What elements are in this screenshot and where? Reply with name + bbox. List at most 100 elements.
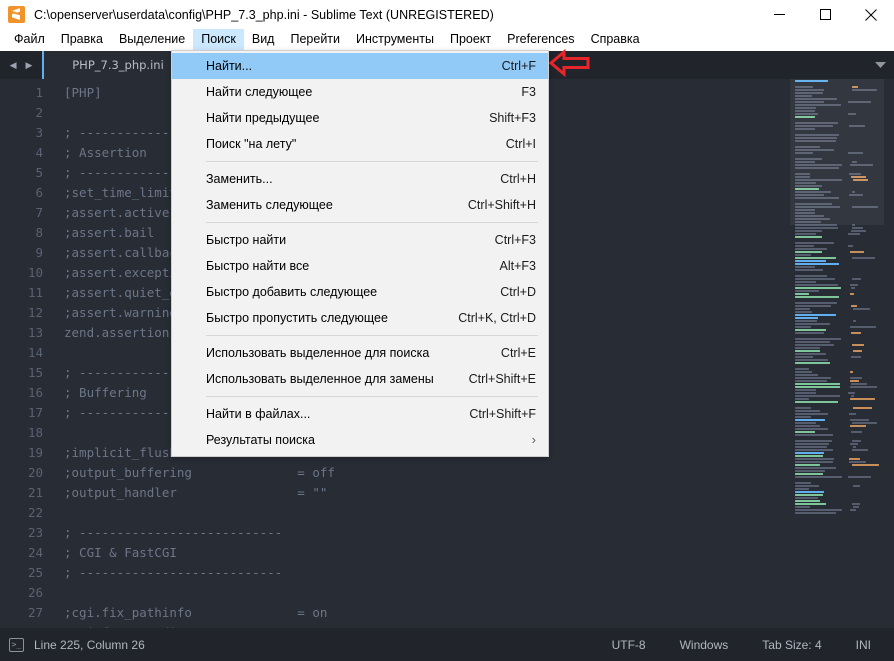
chevron-down-icon[interactable] bbox=[866, 51, 894, 79]
menu-item-label: Использовать выделенное для замены bbox=[206, 372, 434, 386]
maximize-button[interactable] bbox=[802, 0, 848, 29]
menu-project[interactable]: Проект bbox=[442, 29, 499, 51]
menu-item-use-selection-for-replace[interactable]: Использовать выделенное для замены Ctrl+… bbox=[172, 366, 548, 392]
menu-item-shortcut: Ctrl+F3 bbox=[494, 233, 536, 247]
menu-file[interactable]: Файл bbox=[6, 29, 53, 51]
close-button[interactable] bbox=[848, 0, 894, 29]
menu-goto[interactable]: Перейти bbox=[282, 29, 348, 51]
line-number: 12 bbox=[27, 305, 43, 320]
menu-item-shortcut: Ctrl+Shift+E bbox=[468, 372, 536, 386]
menu-edit[interactable]: Правка bbox=[53, 29, 111, 51]
line-number: 19 bbox=[27, 445, 43, 460]
menu-item-label: Быстро найти все bbox=[206, 259, 310, 273]
menu-item-label: Быстро добавить следующее bbox=[206, 285, 378, 299]
menu-help[interactable]: Справка bbox=[583, 29, 648, 51]
line-number: 13 bbox=[27, 325, 43, 340]
menu-item-shortcut: Ctrl+Shift+F bbox=[469, 407, 536, 421]
menu-item-find[interactable]: Найти... Ctrl+F bbox=[172, 53, 548, 79]
line-number: 2 bbox=[35, 105, 43, 120]
line-number: 9 bbox=[35, 245, 43, 260]
syntax-status[interactable]: INI bbox=[839, 638, 888, 652]
code-line: ; CGI & FastCGI bbox=[64, 545, 177, 560]
menu-preferences[interactable]: Preferences bbox=[499, 29, 582, 51]
vertical-scrollbar[interactable] bbox=[884, 79, 894, 628]
line-number: 4 bbox=[35, 145, 43, 160]
menu-item-find-in-files[interactable]: Найти в файлах... Ctrl+Shift+F bbox=[172, 401, 548, 427]
menu-item-use-selection-for-find[interactable]: Использовать выделенное для поиска Ctrl+… bbox=[172, 340, 548, 366]
code-line: ; --------------------------- bbox=[64, 525, 283, 540]
menu-item-find-next[interactable]: Найти следующее F3 bbox=[172, 79, 548, 105]
line-number: 25 bbox=[27, 565, 43, 580]
menu-item-replace[interactable]: Заменить... Ctrl+H bbox=[172, 166, 548, 192]
minimap-row bbox=[790, 511, 884, 514]
sublime-text-window: C:\openserver\userdata\config\PHP_7.3_ph… bbox=[0, 0, 894, 661]
line-number: 10 bbox=[27, 265, 43, 280]
menu-item-label: Заменить следующее bbox=[206, 198, 333, 212]
menu-item-quick-find-all[interactable]: Быстро найти все Alt+F3 bbox=[172, 253, 548, 279]
menu-item-quick-find[interactable]: Быстро найти Ctrl+F3 bbox=[172, 227, 548, 253]
menu-view[interactable]: Вид bbox=[244, 29, 283, 51]
menu-selection[interactable]: Выделение bbox=[111, 29, 193, 51]
menu-bar: Файл Правка Выделение Поиск Вид Перейти … bbox=[0, 29, 894, 51]
line-number: 3 bbox=[35, 125, 43, 140]
line-number: 27 bbox=[27, 605, 43, 620]
line-number: 23 bbox=[27, 525, 43, 540]
menu-item-find-prev[interactable]: Найти предыдущее Shift+F3 bbox=[172, 105, 548, 131]
line-number: 22 bbox=[27, 505, 43, 520]
tab-size-status[interactable]: Tab Size: 4 bbox=[745, 638, 838, 652]
menu-item-label: Заменить... bbox=[206, 172, 273, 186]
chevron-right-icon: › bbox=[531, 431, 536, 447]
tab-php-ini[interactable]: PHP_7.3_php.ini bbox=[42, 51, 192, 79]
menu-tools[interactable]: Инструменты bbox=[348, 29, 442, 51]
menu-item-shortcut: Ctrl+D bbox=[500, 285, 536, 299]
line-number: 14 bbox=[27, 345, 43, 360]
menu-separator bbox=[206, 335, 538, 336]
line-number: 1 bbox=[35, 85, 43, 100]
menu-item-shortcut: Ctrl+E bbox=[500, 346, 536, 360]
chevron-right-icon[interactable]: ▶ bbox=[26, 60, 33, 70]
console-icon[interactable]: >_ bbox=[9, 637, 24, 652]
menu-item-quick-skip-next[interactable]: Быстро пропустить следующее Ctrl+K, Ctrl… bbox=[172, 305, 548, 331]
menu-item-shortcut: Ctrl+I bbox=[505, 137, 536, 151]
menu-item-shortcut: Ctrl+K, Ctrl+D bbox=[458, 311, 536, 325]
line-number-gutter: 1 2 3 4 5 6 7 8 9 10 11 12 13 14 15 16 1… bbox=[0, 79, 54, 660]
menu-item-label: Быстро найти bbox=[206, 233, 287, 247]
line-number: 17 bbox=[27, 405, 43, 420]
line-number: 21 bbox=[27, 485, 43, 500]
menu-item-label: Поиск "на лету" bbox=[206, 137, 297, 151]
menu-separator bbox=[206, 396, 538, 397]
status-bar-right: UTF-8 Windows Tab Size: 4 INI bbox=[595, 638, 894, 652]
line-number: 5 bbox=[35, 165, 43, 180]
line-number: 24 bbox=[27, 545, 43, 560]
line-number: 16 bbox=[27, 385, 43, 400]
window-controls bbox=[756, 0, 894, 29]
line-number: 15 bbox=[27, 365, 43, 380]
menu-item-label: Результаты поиска bbox=[206, 433, 315, 447]
chevron-left-icon[interactable]: ◀ bbox=[10, 60, 17, 70]
line-number: 8 bbox=[35, 225, 43, 240]
line-number: 20 bbox=[27, 465, 43, 480]
line-endings-status[interactable]: Windows bbox=[663, 638, 746, 652]
menu-item-quick-add-next[interactable]: Быстро добавить следующее Ctrl+D bbox=[172, 279, 548, 305]
menu-item-label: Найти... bbox=[206, 59, 253, 73]
menu-item-incremental-find[interactable]: Поиск "на лету" Ctrl+I bbox=[172, 131, 548, 157]
find-menu-dropdown: Найти... Ctrl+F Найти следующее F3 Найти… bbox=[171, 50, 549, 457]
minimize-button[interactable] bbox=[756, 0, 802, 29]
code-line: ;output_buffering = off bbox=[64, 465, 335, 480]
encoding-status[interactable]: UTF-8 bbox=[595, 638, 663, 652]
menu-item-search-results[interactable]: Результаты поиска › bbox=[172, 427, 548, 453]
menu-item-shortcut: F3 bbox=[521, 85, 536, 99]
menu-item-label: Найти предыдущее bbox=[206, 111, 320, 125]
line-number: 7 bbox=[35, 205, 43, 220]
code-minimap[interactable] bbox=[790, 79, 884, 628]
menu-separator bbox=[206, 161, 538, 162]
menu-item-label: Быстро пропустить следующее bbox=[206, 311, 388, 325]
menu-item-shortcut: Alt+F3 bbox=[499, 259, 536, 273]
minimap-segment bbox=[795, 511, 836, 514]
menu-separator bbox=[206, 222, 538, 223]
menu-find[interactable]: Поиск bbox=[193, 29, 244, 51]
code-line: ;output_handler = "" bbox=[64, 485, 328, 500]
sublime-text-icon bbox=[8, 6, 25, 23]
menu-item-replace-next[interactable]: Заменить следующее Ctrl+Shift+H bbox=[172, 192, 548, 218]
